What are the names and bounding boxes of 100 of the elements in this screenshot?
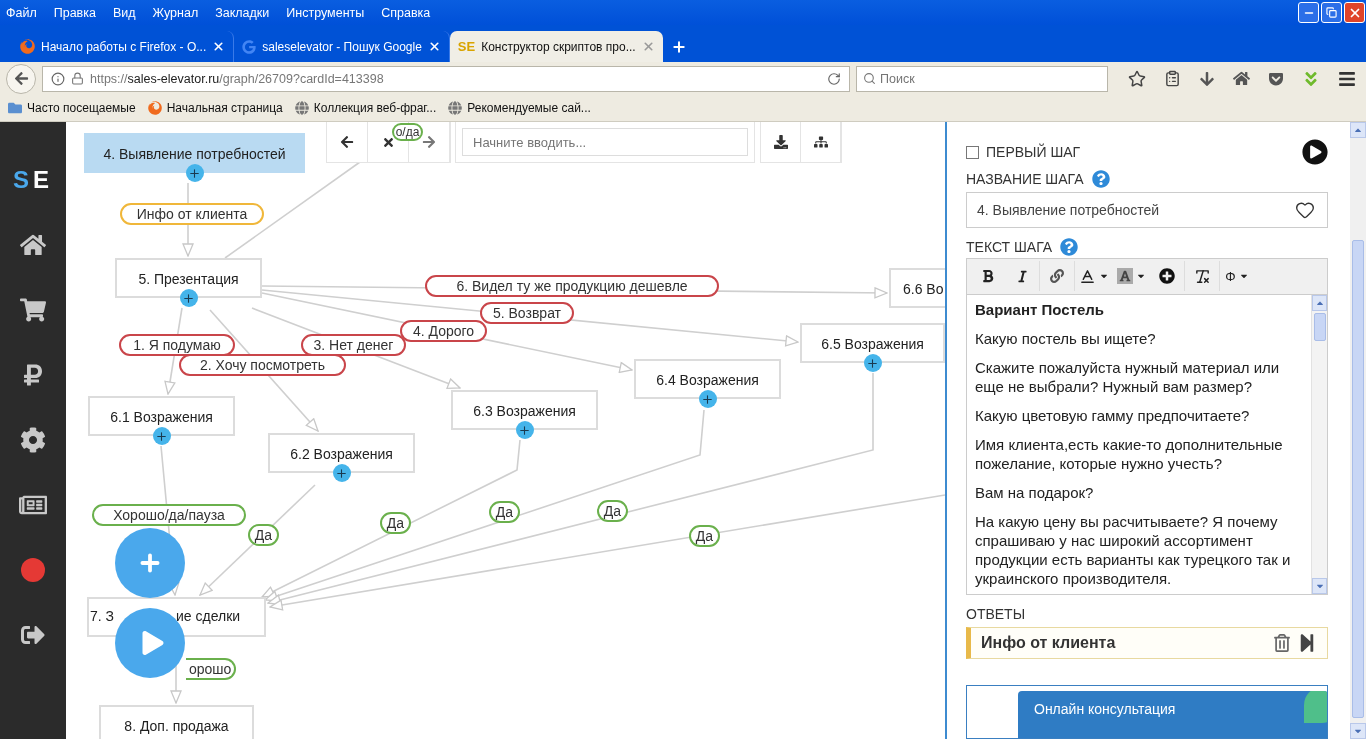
info-icon [51, 71, 65, 86]
arrow-right-icon [422, 135, 436, 149]
bold-icon [981, 269, 995, 284]
node-label: 6.1 Возражения [110, 409, 213, 427]
checkbox[interactable] [966, 145, 979, 159]
paragraph: Какую постель вы ищете? [975, 328, 1157, 348]
answer-label[interactable]: 1. Я подумаю [119, 334, 235, 356]
step-node[interactable]: 6.3 Возражения [451, 390, 598, 430]
paragraph: Имя клиента,есть какие-то дополнительные пожелание, которые нужно учесть? [975, 434, 1284, 473]
menu-item[interactable]: Файл [6, 5, 37, 20]
menu-item[interactable]: Инструменты [286, 5, 365, 20]
answer-text: Инфо от клиента [981, 634, 1116, 652]
scroll-down-button[interactable] [1312, 577, 1327, 594]
menu-item[interactable]: Вид [112, 5, 136, 20]
step-node[interactable]: 6.2 Возражения [268, 433, 415, 473]
scroll-up-button[interactable] [1350, 122, 1366, 138]
lock-warning-icon [71, 72, 84, 85]
download-icon [773, 135, 788, 149]
restore-icon [1326, 7, 1337, 18]
bookmark[interactable]: Начальная страница [147, 101, 283, 115]
restore-button[interactable] [1321, 2, 1342, 23]
bookmark[interactable]: Часто посещаемые [8, 101, 136, 115]
tab-title: Конструктор скриптов про... [481, 39, 636, 54]
firefox-icon [147, 101, 162, 115]
trash-icon[interactable] [1273, 634, 1291, 652]
checkbox-label: ПЕРВЫЙ ШАГ [986, 144, 1081, 160]
answer-label[interactable]: Инфо от клиента [120, 203, 264, 225]
paragraph: Скажите пожалуйста нужный материал или еще не выбрали? Нужный вам размер? [975, 357, 1281, 396]
paragraph: Какую цветовую гамму предпочитаете? [975, 405, 1251, 425]
globe-icon [294, 101, 309, 115]
answer-label[interactable]: Да [248, 524, 279, 546]
download-icon[interactable] [1199, 70, 1215, 87]
tab-title: Начало работы с Firefox - О... [41, 39, 207, 54]
answer-label[interactable]: Да [380, 512, 411, 534]
address-bar[interactable]: https://sales-elevator.ru/graph/26709?cardId=413398 [42, 65, 850, 92]
minimize-button[interactable] [1298, 2, 1319, 23]
node-label: 6.6 Во [903, 281, 944, 299]
play-icon[interactable] [1302, 139, 1328, 165]
scroll-down-button[interactable] [1350, 723, 1366, 739]
search-input[interactable]: Поиск [880, 71, 1090, 86]
help-icon[interactable] [1060, 237, 1079, 256]
menu-item[interactable]: Правка [53, 5, 96, 20]
clipboard-icon[interactable] [1164, 70, 1181, 87]
arrow-left-icon [340, 135, 354, 149]
back-button[interactable] [6, 63, 36, 94]
node-label: 4. Выявление потребностей [103, 146, 286, 164]
menu-icon[interactable] [1338, 69, 1356, 88]
plus-icon [518, 423, 531, 437]
menu-item[interactable]: Закладки [215, 5, 270, 20]
step-node[interactable]: 6.5 Возражения [800, 323, 945, 363]
section-label: ОТВЕТЫ [966, 605, 1026, 622]
search-field[interactable]: Начните вводить... [462, 128, 748, 156]
browser-tab[interactable]: SE Конструктор скриптов про... [449, 31, 663, 62]
link-icon [1050, 269, 1064, 284]
answer-label[interactable]: 3. Нет денег [301, 334, 406, 356]
step-node[interactable]: 6.1 Возражения [88, 396, 235, 436]
url-text: https://sales-elevator.ru/graph/26709?cardId=413398 [90, 71, 385, 86]
field-label: ТЕКСТ ШАГА [966, 238, 1053, 255]
answer-label[interactable]: Хорошо/да/пауза [92, 504, 246, 526]
step-node[interactable]: 5. Презентация [115, 258, 262, 298]
answer-label[interactable]: Да [597, 500, 628, 522]
step-node[interactable]: 6.4 Возражения [634, 359, 781, 399]
favicon: SE [457, 39, 476, 54]
plus-icon [182, 291, 195, 305]
paragraph: Вам на подарок? [975, 482, 1095, 502]
bookmark[interactable]: Коллекция веб-фраг... [294, 101, 437, 115]
home-icon[interactable] [1233, 70, 1250, 87]
answer-label[interactable]: Да [489, 501, 520, 523]
sitemap-icon [813, 135, 828, 149]
step-node[interactable]: 4. Выявление потребностей [84, 133, 305, 173]
special-character-button[interactable]: Φ [1220, 261, 1254, 292]
step-name-field[interactable]: 4. Выявление потребностей [966, 192, 1328, 228]
bookmark[interactable]: Рекомендуемые сай... [448, 101, 591, 115]
star-icon[interactable] [1128, 69, 1146, 88]
answer-label[interactable]: 4. Дорого [400, 320, 487, 342]
menu-item[interactable]: Справка [381, 5, 431, 20]
answer-label[interactable]: 2. Хочу посмотреть [179, 354, 346, 376]
answer-item[interactable]: Инфо от клиента [966, 626, 1328, 660]
step-node[interactable]: 8. Доп. продажа [99, 705, 254, 739]
reload-icon[interactable] [827, 71, 841, 86]
search-field[interactable]: Поиск [856, 65, 1108, 92]
pocket-icon[interactable] [1268, 70, 1284, 87]
answer-label[interactable]: 5. Возврат [480, 302, 574, 324]
firefox-icon [20, 39, 35, 54]
chat-bar[interactable]: Онлайн консультация [1018, 691, 1327, 738]
node-label: 5. Презентация [138, 271, 239, 289]
help-icon[interactable] [1091, 170, 1110, 188]
close-tab-icon[interactable] [427, 40, 441, 53]
answer-label[interactable]: орошо [186, 658, 236, 680]
node-label: ие сделки [176, 608, 241, 624]
answer-label[interactable]: Да [689, 525, 720, 547]
search-icon [863, 72, 876, 85]
plus-icon [155, 429, 168, 443]
text-color-icon [1079, 267, 1096, 285]
menu-item[interactable]: Журнал [152, 5, 199, 20]
step-node[interactable]: 6.6 Во [889, 268, 945, 308]
play-icon [140, 631, 165, 655]
node-label: 8. Доп. продажа [124, 718, 229, 736]
text-heading: Вариант Постель [975, 299, 1105, 319]
answer-label[interactable]: 6. Видел ту же продукцию дешевле [425, 275, 719, 297]
